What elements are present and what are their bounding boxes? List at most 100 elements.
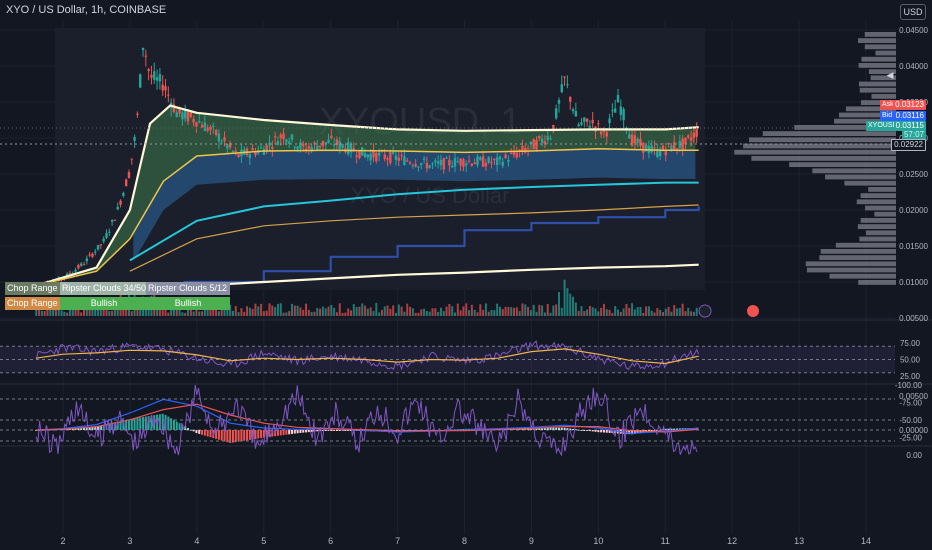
volume-bar <box>316 307 319 316</box>
volume-bar <box>243 311 246 316</box>
candle-body <box>296 146 299 150</box>
volume-bar <box>538 304 541 316</box>
candle-body <box>369 153 372 161</box>
volume-bar <box>246 306 249 316</box>
candle-body <box>217 133 221 142</box>
candle-body <box>462 159 465 167</box>
candle-body <box>563 76 566 78</box>
candle-body <box>68 272 72 274</box>
macd-histogram-bar <box>279 430 282 436</box>
candle-body <box>175 112 178 118</box>
volume-bar <box>684 311 687 316</box>
macd-histogram-bar <box>588 430 591 432</box>
volume-bar <box>195 310 198 316</box>
volume-bar <box>358 306 361 316</box>
candle-body <box>639 138 642 146</box>
volume-bar <box>617 309 620 316</box>
price-tick-label: 0.00500 <box>899 314 928 323</box>
macd-histogram-bar <box>285 430 288 435</box>
volume-bar <box>54 310 57 316</box>
lightning-icon <box>698 304 712 318</box>
macd-histogram-bar <box>260 430 263 439</box>
macd-histogram-bar <box>597 430 600 433</box>
volume-profile-bar <box>819 255 896 260</box>
volume-profile-bar <box>858 63 896 68</box>
candle-body <box>122 192 125 196</box>
macd-histogram-bar <box>316 430 319 432</box>
volume-bar <box>364 305 367 316</box>
volume-bar <box>608 309 611 316</box>
macd-histogram-bar <box>209 430 212 438</box>
volume-bar <box>299 307 302 316</box>
candle-body <box>436 161 440 164</box>
volume-bar <box>493 310 496 316</box>
macd-histogram-bar <box>234 430 237 443</box>
volume-bar <box>248 307 251 316</box>
volume-bar <box>659 309 662 316</box>
candle-body <box>420 163 423 166</box>
candle-body <box>585 118 589 122</box>
volume-bar <box>386 305 389 316</box>
candle-body <box>557 99 561 104</box>
volume-bar <box>198 311 201 316</box>
macd-histogram-bar <box>144 416 147 430</box>
candle-body <box>108 231 111 233</box>
volume-bar <box>400 306 403 316</box>
volume-bar <box>319 308 322 316</box>
volume-bar <box>602 303 605 316</box>
candle-body <box>411 165 415 167</box>
chart-canvas[interactable]: ◀ XYOUSD, 1 XYO / US Dollar 0.045000.040… <box>0 0 932 550</box>
volume-bar <box>372 311 375 316</box>
candle-body <box>501 162 504 166</box>
candle-body <box>346 142 350 155</box>
macd-histogram-bar <box>572 428 575 430</box>
candle-body <box>271 146 274 149</box>
macd-histogram-bar <box>333 430 336 431</box>
volume-bar <box>594 308 597 316</box>
candle-body <box>619 106 623 115</box>
candle-body <box>200 125 204 128</box>
volume-bar <box>276 303 279 316</box>
volume-bar <box>473 309 476 316</box>
volume-bar <box>192 311 195 316</box>
volume-profile-bar <box>835 242 896 248</box>
volume-bar <box>383 306 386 316</box>
volume-bar <box>392 305 395 316</box>
volume-bar <box>695 307 698 316</box>
candle-body <box>139 74 142 88</box>
volume-bar <box>569 293 572 316</box>
volume-bar <box>586 309 589 316</box>
candle-body <box>220 141 223 143</box>
candle-body <box>327 139 330 144</box>
candle-body <box>80 263 83 266</box>
volume-bar <box>380 309 383 316</box>
macd-histogram-bar <box>240 430 243 442</box>
volume-bar <box>541 305 544 316</box>
candle-body <box>687 135 690 138</box>
volume-bar <box>619 311 622 316</box>
macd-histogram-bar <box>293 430 296 434</box>
candle-body <box>535 139 538 150</box>
volume-bar <box>375 303 378 316</box>
volume-bar <box>282 312 285 316</box>
candle-body <box>105 233 108 238</box>
candle-body <box>91 253 94 257</box>
volume-bar <box>366 308 369 316</box>
candle-body <box>667 143 670 145</box>
candle-body <box>554 108 558 119</box>
candle-body <box>136 113 139 115</box>
volume-bar <box>622 308 625 316</box>
candle-body <box>377 152 381 156</box>
candle-body <box>546 136 549 141</box>
time-tick-label: 5 <box>261 536 266 546</box>
candle-body <box>616 95 620 103</box>
volume-bar <box>327 306 330 316</box>
volume-bar <box>231 310 234 316</box>
macd-histogram-bar <box>602 430 605 433</box>
volume-bar <box>347 308 350 316</box>
candle-body <box>209 126 212 130</box>
volume-bar <box>465 303 468 316</box>
volume-bar <box>653 312 656 316</box>
volume-bar <box>563 279 566 316</box>
line-price-tag: 0.02922 <box>891 139 926 151</box>
